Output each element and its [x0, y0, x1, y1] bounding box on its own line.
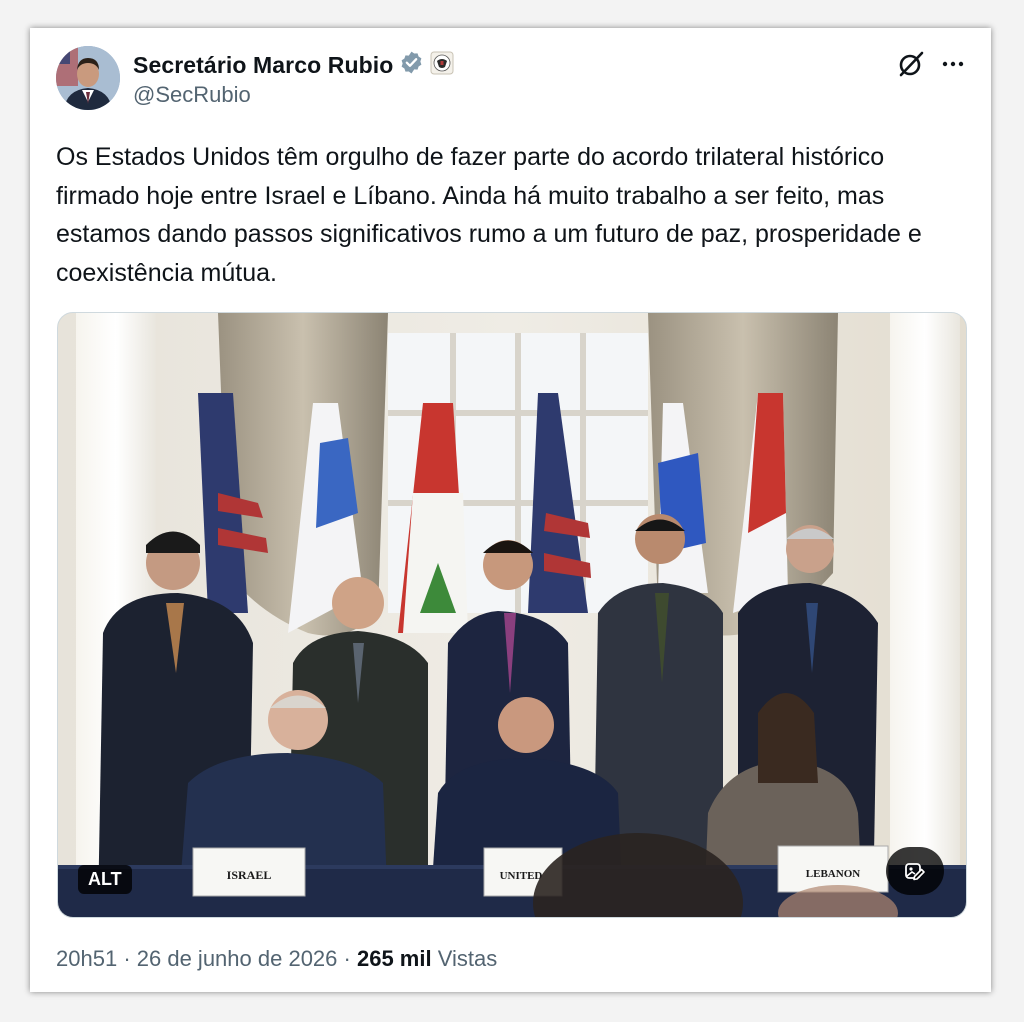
placard-united: UNITED	[500, 870, 543, 882]
avatar[interactable]	[56, 46, 120, 110]
meta-separator: ·	[123, 946, 131, 971]
tweet-date[interactable]: 26 de junho de 2026	[137, 946, 338, 971]
alt-text-badge[interactable]: ALT	[78, 865, 132, 894]
tweet-text: Os Estados Unidos têm orgulho de fazer p…	[56, 143, 922, 287]
meta-separator: ·	[343, 946, 351, 971]
author-display-name[interactable]: Secretário Marco Rubio	[133, 52, 393, 79]
views-count: 265 mil	[356, 946, 432, 971]
state-department-seal-icon[interactable]	[430, 51, 454, 80]
tweet-photo[interactable]: ISRAEL UNITED LEBANON ALT	[57, 312, 967, 918]
grok-icon[interactable]	[895, 48, 927, 80]
verified-badge-icon	[399, 50, 424, 80]
image-edit-button[interactable]	[886, 847, 944, 895]
placard-lebanon: LEBANON	[806, 868, 860, 880]
tweet-card: Secretário Marco Rubio @SecRubio Os Esta…	[30, 28, 991, 992]
tweet-metadata: 20h51 · 26 de junho de 2026 · 265 mil Vi…	[56, 946, 497, 972]
views-label: Vistas	[437, 946, 498, 971]
image-edit-icon	[905, 863, 925, 881]
tweet-time[interactable]: 20h51	[56, 946, 117, 971]
author-handle[interactable]: @SecRubio	[133, 82, 251, 108]
signing-ceremony-photo: ISRAEL UNITED LEBANON	[58, 313, 966, 917]
more-options-icon[interactable]	[939, 50, 967, 78]
author-name-row: Secretário Marco Rubio	[133, 50, 454, 80]
placard-israel: ISRAEL	[227, 868, 272, 882]
